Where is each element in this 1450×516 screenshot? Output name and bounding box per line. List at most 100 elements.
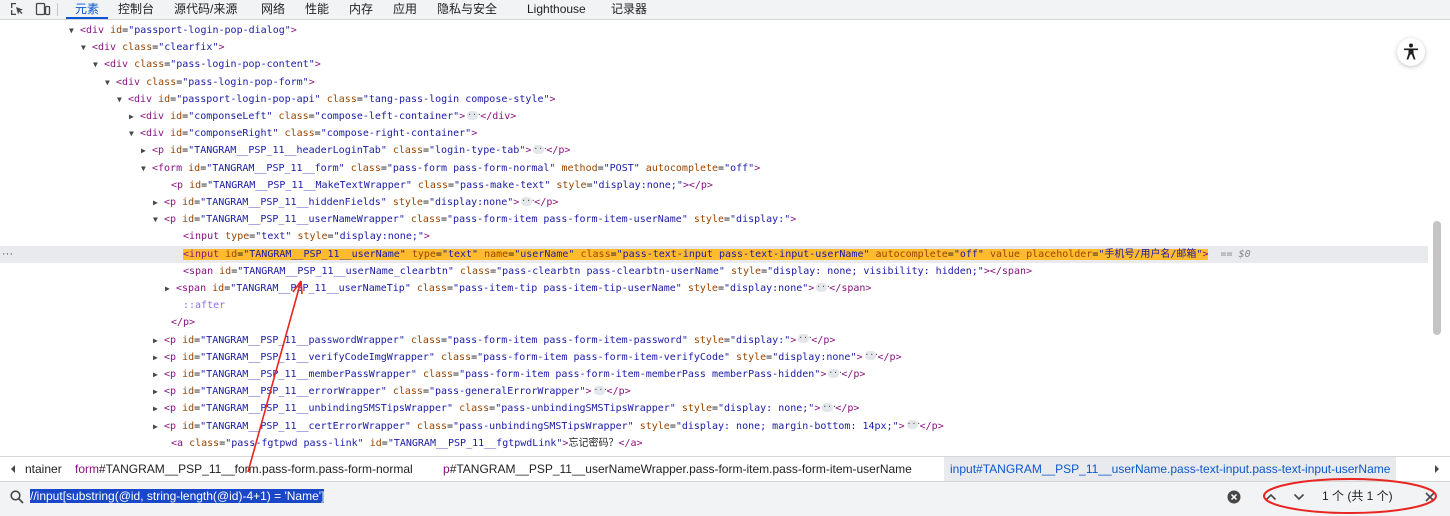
elements-tree[interactable]: ▼ <div id="passport-login-pop-dialog"> ▼ <d… [0,21,1428,455]
tab-lighthouse[interactable]: Lighthouse [527,0,586,19]
tag-close: > [820,369,827,380]
dom-node[interactable]: ▶ <p id="TANGRAM__PSP_11__unbindingSMSTip… [0,400,1428,417]
collapse-triangle-icon[interactable]: ▼ [105,74,116,91]
dom-node[interactable]: ▶ <p id="TANGRAM__PSP_11__passwordWrapper… [0,332,1428,349]
attribute-value: "userName" [514,248,575,260]
dom-node[interactable]: ▼ <div class="pass-login-pop-form"> [0,74,1428,91]
tab-network[interactable]: 网络 [261,0,285,19]
collapsed-children-icon[interactable]: ··· [906,420,921,430]
dom-node[interactable]: ▶ <p id="TANGRAM__PSP_11__headerLoginTab"… [0,142,1428,159]
expand-triangle-icon[interactable]: ▶ [165,280,176,297]
dom-node[interactable]: ▶ <span id="TANGRAM__PSP_11__userNameTip"… [0,280,1428,297]
dom-node[interactable]: ▼ <form id="TANGRAM__PSP_11__form" class=… [0,160,1428,177]
attribute-name: method [561,162,598,174]
attribute-name: class [284,128,315,140]
breadcrumb-item[interactable]: p#TANGRAM__PSP_11__userNameWrapper.pass-… [443,457,912,481]
attribute-value: "off" [724,162,755,174]
collapsed-children-icon[interactable]: ··· [798,334,813,344]
dom-node[interactable]: ▼ <p id="TANGRAM__PSP_11__userNameWrapper… [0,211,1428,228]
attribute-value: "pass-generalErrorWrapper" [428,386,586,398]
expand-triangle-icon[interactable]: ▶ [153,383,164,400]
accessibility-tree-button[interactable] [1397,38,1425,66]
tab-application[interactable]: 应用 [393,0,417,19]
tag-name: <div [140,128,165,140]
collapse-triangle-icon[interactable]: ▼ [153,211,164,228]
dom-node[interactable]: ▼ <div class="pass-login-pop-content"> [0,56,1428,73]
expand-triangle-icon[interactable]: ▶ [153,366,164,383]
next-match-icon[interactable] [1291,489,1307,505]
collapse-triangle-icon[interactable]: ▼ [129,125,140,142]
dom-node-selected[interactable]: ··· <input id="TANGRAM__PSP_11__userName"… [0,245,1428,263]
breadcrumb-item[interactable]: ntainer [25,457,62,481]
collapsed-children-icon[interactable]: ··· [816,282,831,292]
collapse-triangle-icon[interactable]: ▼ [141,160,152,177]
expand-triangle-icon[interactable]: ▶ [141,142,152,159]
expand-triangle-icon[interactable]: ▶ [153,400,164,417]
expand-triangle-icon[interactable]: ▶ [153,194,164,211]
tag-name: <input [183,231,220,243]
tag-close: > [808,283,815,294]
expand-triangle-icon[interactable]: ▶ [153,349,164,366]
expand-triangle-icon[interactable]: ▶ [129,108,140,125]
dom-node[interactable]: ▼ <div id="componseRight" class="compose-… [0,125,1428,142]
tab-console[interactable]: 控制台 [118,0,154,19]
tab-memory[interactable]: 内存 [349,0,373,19]
collapsed-children-icon[interactable]: ··· [533,144,548,154]
clear-search-icon[interactable] [1226,489,1242,505]
tag-close: > [898,420,905,432]
dom-node[interactable]: ▼ <div id="passport-login-pop-dialog"> [0,22,1428,39]
dom-node[interactable]: ▼ <div id="passport-login-pop-api" class=… [0,91,1428,108]
closing-tag: </p> [688,179,713,191]
dom-node[interactable]: ▶ <div id="componseLeft" class="compose-l… [0,108,1428,125]
dom-node[interactable]: ▶ <p id="TANGRAM__PSP_11__memberPassWrapp… [0,366,1428,383]
dom-node[interactable]: ▶ <p id="TANGRAM__PSP_11__errorWrapper" c… [0,383,1428,400]
attribute-value: "text" [255,231,292,243]
tag-name: <p [164,334,177,346]
dom-node[interactable]: </p> [0,314,1428,331]
collapse-triangle-icon[interactable]: ▼ [117,91,128,108]
dom-node[interactable]: <p id="TANGRAM__PSP_11__MakeTextWrapper"… [0,177,1428,194]
more-actions-icon[interactable]: ··· [2,246,13,263]
attribute-value: "TANGRAM__PSP_11__verifyCodeImgWrapper" [200,351,435,363]
tag-name: <div [140,111,165,122]
collapsed-children-icon[interactable]: ··· [864,351,879,361]
chevron-right-icon[interactable] [1429,461,1445,477]
search-input[interactable]: //input[substring(@id, string-length(@id… [30,488,325,505]
dom-node[interactable]: ::after [0,297,1428,314]
tab-sources[interactable]: 源代码/来源 [174,0,237,19]
attribute-value: "pass-unbindingSMSTipsWrapper" [495,403,676,415]
collapse-triangle-icon[interactable]: ▼ [93,56,104,73]
attribute-value: "pass-login-pop-form" [182,76,309,88]
expand-triangle-icon[interactable]: ▶ [153,418,164,435]
dom-node[interactable]: <a class="pass-fgtpwd pass-link" id="TAN… [0,435,1428,452]
attribute-value: "display:none;" [592,179,683,191]
attribute-name: style [736,351,767,363]
device-toggle-icon[interactable] [35,1,51,17]
collapsed-children-icon[interactable]: ··· [521,196,536,206]
dom-node[interactable]: ▶ <p id="TANGRAM__PSP_11__certErrorWrappe… [0,418,1428,435]
collapsed-children-icon[interactable]: ··· [822,402,837,412]
tab-privacy-security[interactable]: 隐私与安全 [437,0,497,19]
collapse-triangle-icon[interactable]: ▼ [69,22,80,39]
dom-node[interactable]: ▶ <p id="TANGRAM__PSP_11__hiddenFields" s… [0,194,1428,211]
collapsed-children-icon[interactable]: ··· [467,110,482,120]
tab-performance[interactable]: 性能 [305,0,329,19]
close-search-icon[interactable] [1422,489,1438,505]
breadcrumb-item[interactable]: form#TANGRAM__PSP_11__form.pass-form.pas… [75,457,413,481]
expand-triangle-icon[interactable]: ▶ [153,332,164,349]
dom-node[interactable]: ▼ <div class="clearfix"> [0,39,1428,56]
collapse-triangle-icon[interactable]: ▼ [81,39,92,56]
collapsed-children-icon[interactable]: ··· [593,385,608,395]
tab-recorder[interactable]: 记录器 [611,0,647,19]
tag-name: <div [104,59,129,71]
breadcrumb-item-selected[interactable]: input#TANGRAM__PSP_11__userName.pass-tex… [944,457,1397,481]
dom-node[interactable]: ▶ <p id="TANGRAM__PSP_11__verifyCodeImgWr… [0,349,1428,366]
dom-node[interactable]: <span id="TANGRAM__PSP_11__userName_clea… [0,263,1428,280]
inspect-element-icon[interactable] [9,1,25,17]
previous-match-icon[interactable] [1263,489,1279,505]
tag-close: > [790,334,797,346]
collapsed-children-icon[interactable]: ··· [828,368,843,378]
chevron-left-icon[interactable] [5,461,21,477]
dom-node[interactable]: <input type="text" style="display:none;"… [0,228,1428,245]
vertical-scrollbar-thumb[interactable] [1433,221,1441,335]
